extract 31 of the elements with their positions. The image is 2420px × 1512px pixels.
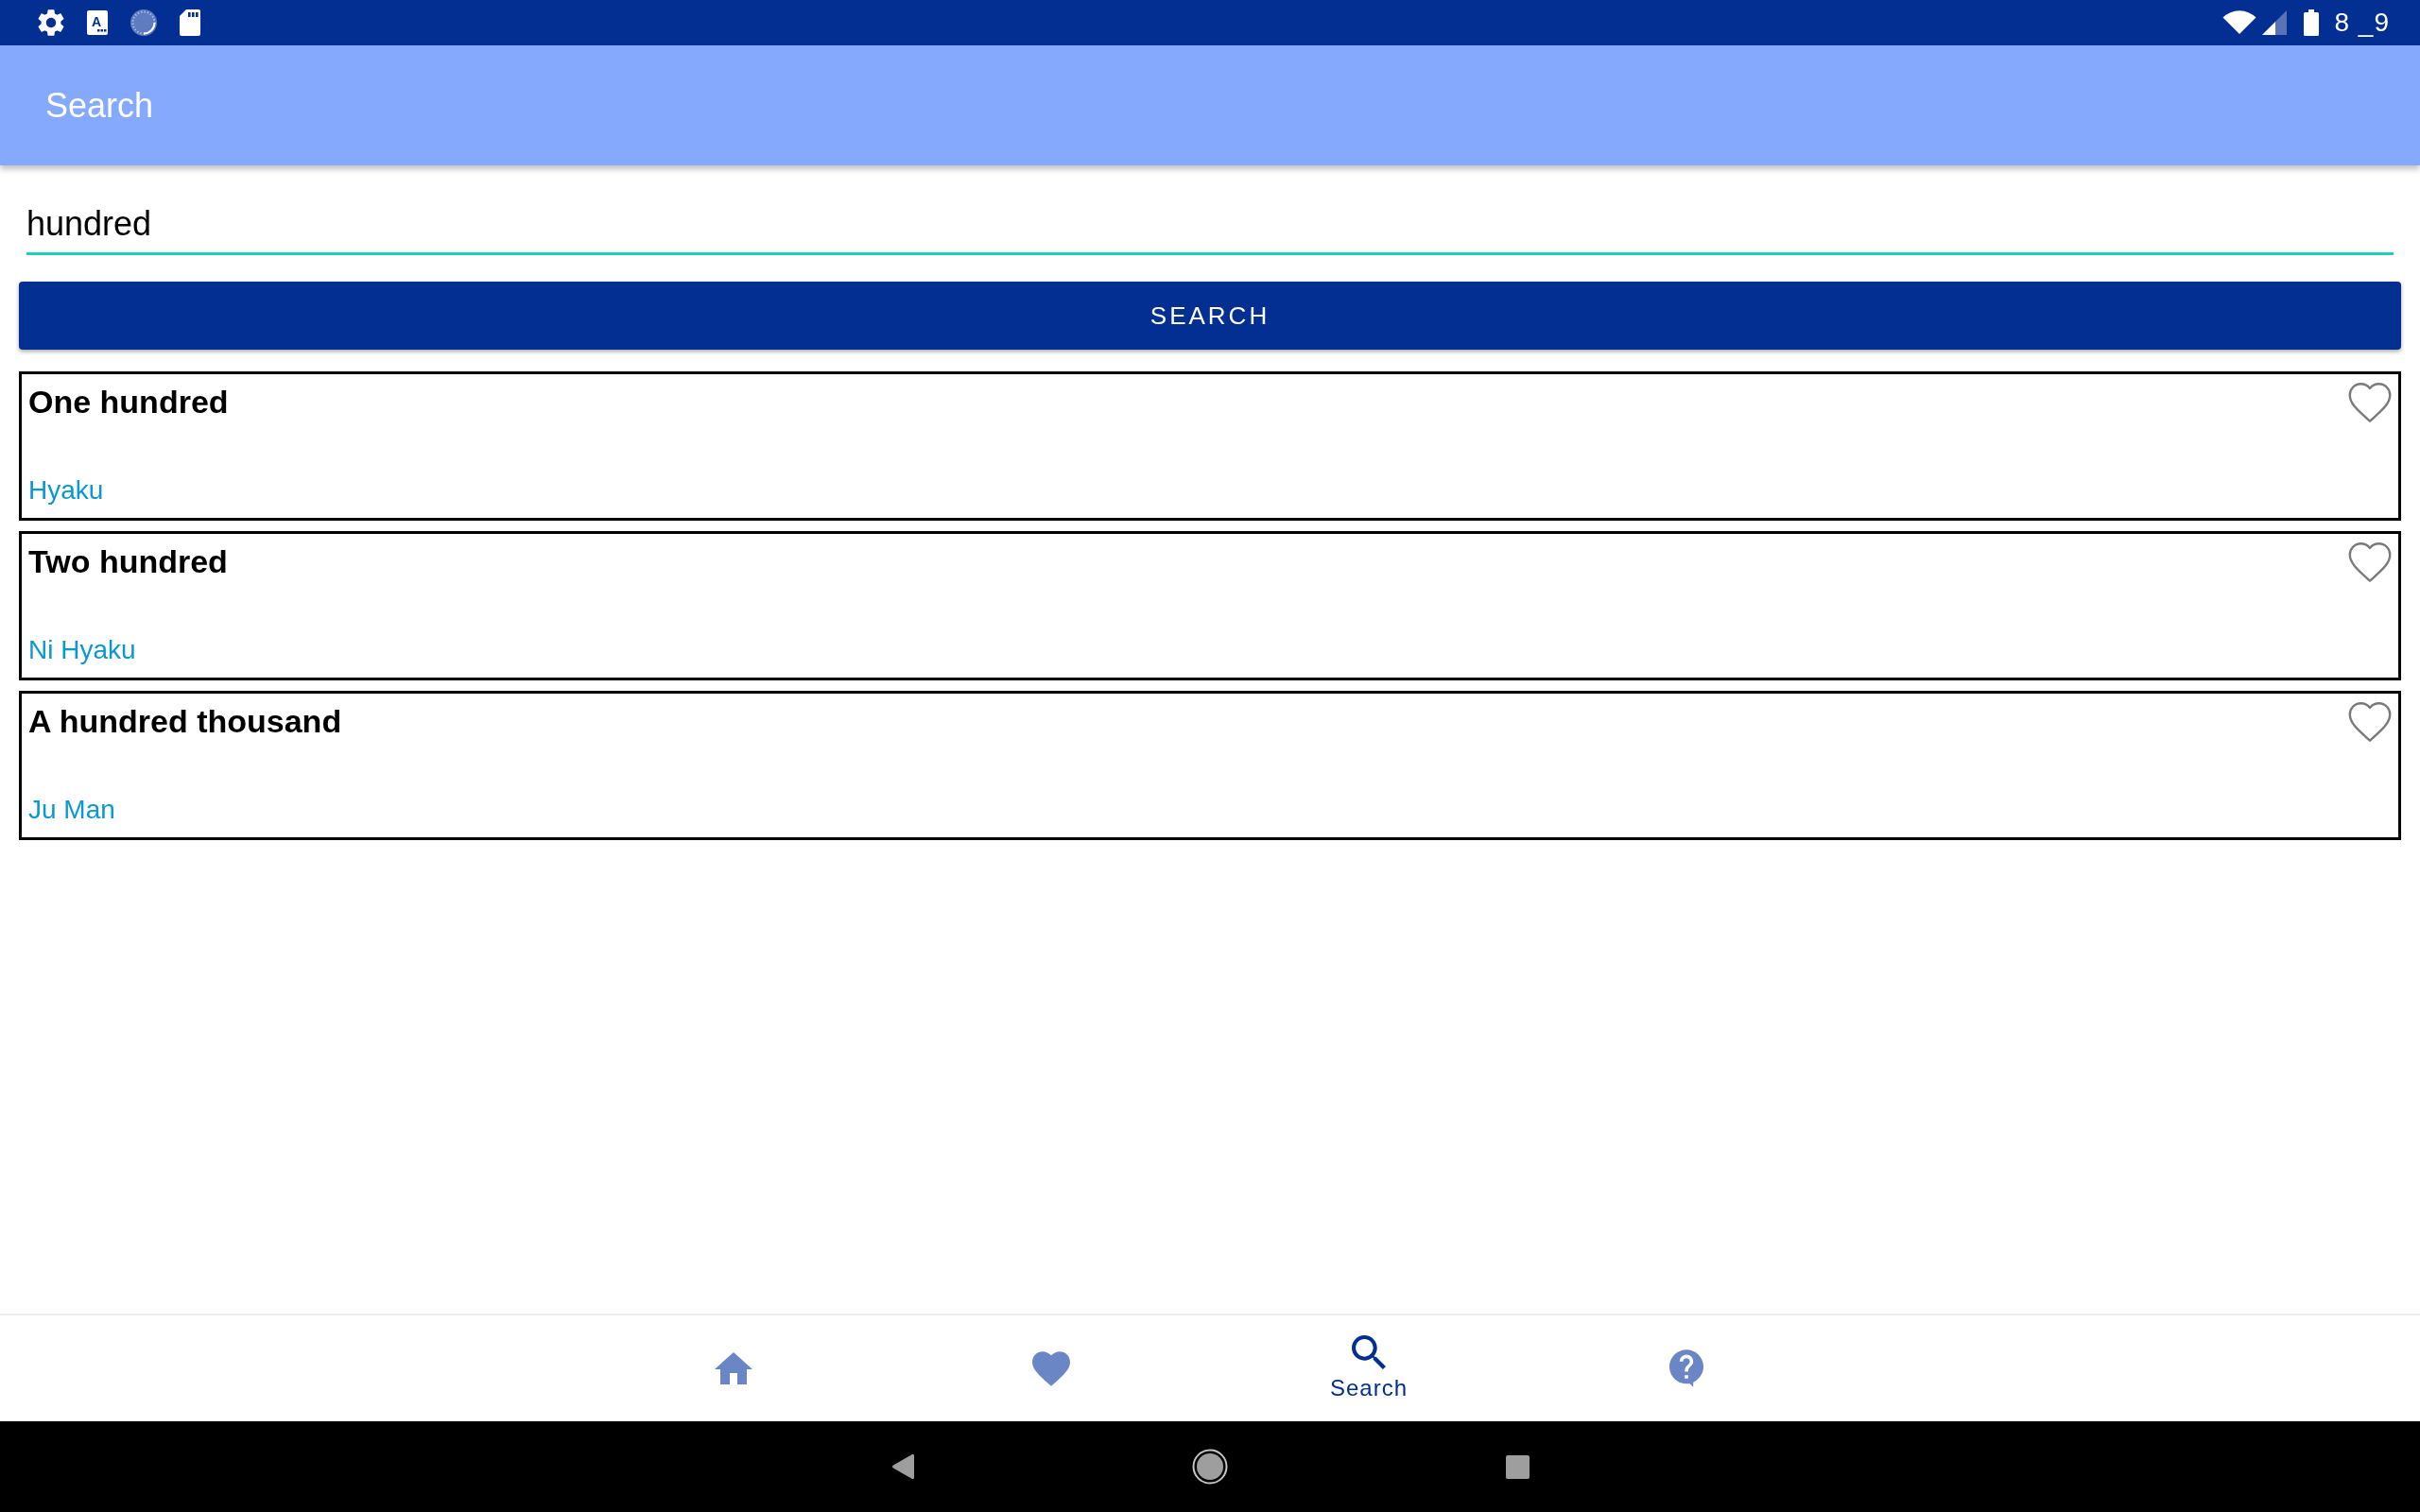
heart-outline-icon[interactable] [2346, 383, 2394, 422]
recents-square-icon[interactable] [1505, 1454, 1530, 1479]
heart-icon [1032, 1350, 1070, 1386]
result-reading: Hyaku [28, 474, 105, 507]
settings-icon [38, 9, 64, 36]
help-bubble-icon [1669, 1349, 1703, 1387]
home-icon [715, 1352, 752, 1384]
clock-time: 8 _9 [2334, 9, 2390, 36]
search-icon [1352, 1334, 1386, 1369]
result-title: One hundred [28, 383, 230, 421]
result-reading: Ju Man [28, 794, 116, 826]
battery-icon [2303, 9, 2319, 36]
search-input[interactable]: hundred [26, 195, 2394, 255]
result-card[interactable]: One hundred Hyaku [19, 371, 2401, 521]
signal-icon [2261, 10, 2287, 35]
result-card[interactable]: A hundred thousand Ju Man [19, 691, 2401, 840]
heart-outline-icon[interactable] [2346, 702, 2394, 742]
search-button[interactable]: SEARCH [19, 282, 2401, 350]
search-tab[interactable]: Search [1323, 1332, 1413, 1404]
app-bar-title: Search [45, 84, 154, 127]
result-card[interactable]: Two hundred Ni Hyaku [19, 531, 2401, 680]
app-notification-icon: A [87, 10, 108, 35]
heart-outline-icon[interactable] [2346, 542, 2394, 582]
loading-circle-icon [130, 9, 157, 36]
result-title: A hundred thousand [28, 702, 343, 741]
wifi-icon [2221, 10, 2256, 35]
home-circle-icon[interactable] [1192, 1449, 1228, 1485]
result-title: Two hundred [28, 542, 229, 581]
result-reading: Ni Hyaku [28, 634, 137, 666]
back-icon[interactable] [891, 1453, 914, 1480]
sd-card-icon [180, 9, 200, 36]
